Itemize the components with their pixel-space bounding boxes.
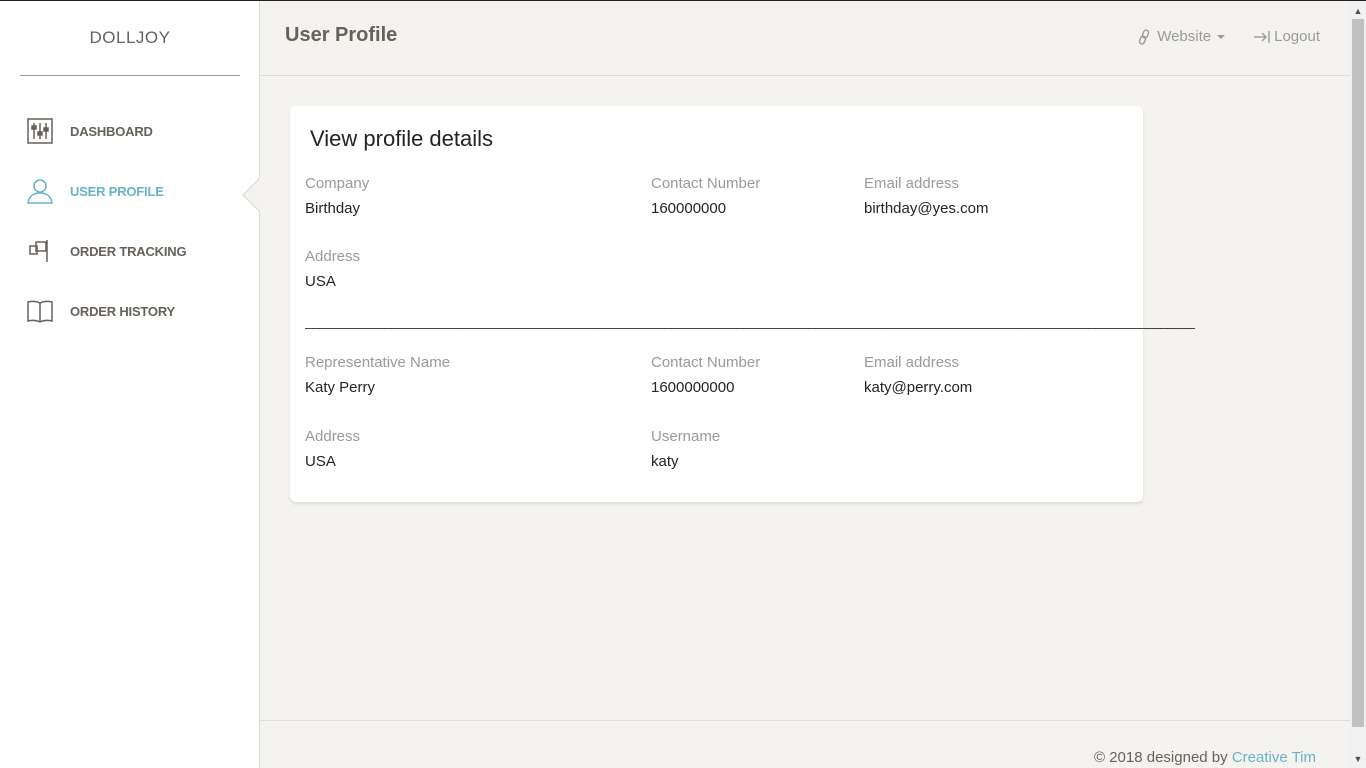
sidebar-nav: DASHBOARD USER PROFILE ORDER TRACKING OR… — [0, 101, 261, 341]
book-icon — [27, 298, 53, 324]
window-top-border — [0, 0, 1366, 1]
user-icon — [27, 178, 53, 204]
logout-label: Logout — [1274, 28, 1320, 45]
sidebar-item-label: ORDER TRACKING — [70, 243, 187, 259]
rep-name-label: Representative Name — [305, 354, 451, 371]
company-field: Company Birthday — [305, 175, 369, 217]
email-label: Email address — [864, 175, 960, 192]
rep-name-value: Katy Perry — [305, 379, 376, 396]
sidebar-item-label: DASHBOARD — [70, 123, 153, 139]
company-contact-field: Contact Number 160000000 — [651, 175, 760, 217]
username-value: katy — [651, 453, 679, 470]
email-value: katy@perry.com — [864, 379, 973, 396]
website-label: Website — [1157, 28, 1212, 45]
top-navbar: User Profile Website Logout — [260, 1, 1350, 76]
contact-value: 160000000 — [651, 200, 727, 217]
copyright-text: © 2018 designed by — [1093, 749, 1232, 766]
email-value: birthday@yes.com — [864, 200, 989, 217]
card-title: View profile details — [310, 126, 494, 151]
profile-card: View profile details Company Birthday Co… — [290, 106, 1143, 502]
address-value: USA — [305, 453, 336, 470]
logout-icon — [1253, 30, 1271, 44]
scroll-up-arrow-icon[interactable]: ▲ — [1350, 3, 1366, 19]
sidebar-item-user-profile[interactable]: USER PROFILE — [0, 161, 261, 221]
scroll-down-arrow-icon[interactable]: ▼ — [1350, 751, 1366, 767]
username-label: Username — [651, 428, 721, 445]
address-label: Address — [305, 248, 361, 265]
address-value: USA — [305, 273, 336, 290]
rep-contact-field: Contact Number 1600000000 — [651, 354, 760, 396]
email-label: Email address — [864, 354, 960, 371]
company-email-field: Email address birthday@yes.com — [864, 175, 988, 217]
website-dropdown[interactable]: Website — [1137, 28, 1226, 45]
company-address-field: Address USA — [305, 248, 360, 290]
sidebar-item-order-tracking[interactable]: ORDER TRACKING — [0, 221, 260, 281]
footer: © 2018 designed by Creative Tim — [260, 720, 1350, 768]
sidebar: DOLLJOY DASHBOARD USER PROFILE ORDER TRA… — [0, 1, 261, 768]
brand-logo[interactable]: DOLLJOY — [20, 1, 240, 76]
sidebar-item-order-history[interactable]: ORDER HISTORY — [0, 281, 260, 341]
navbar-actions: Website Logout — [1137, 28, 1320, 45]
rep-address-field: Address USA — [305, 428, 360, 470]
sliders-icon — [27, 118, 53, 144]
contact-label: Contact Number — [651, 175, 761, 192]
contact-value: 1600000000 — [651, 379, 735, 396]
sidebar-item-dashboard[interactable]: DASHBOARD — [0, 101, 260, 161]
company-label: Company — [305, 175, 370, 192]
page-title: User Profile — [285, 24, 398, 46]
section-separator: ________________________________________… — [305, 313, 1195, 329]
company-value: Birthday — [305, 200, 361, 217]
representative-name-field: Representative Name Katy Perry — [305, 354, 450, 396]
chevron-down-icon — [1217, 34, 1226, 39]
creative-tim-link[interactable]: Creative Tim — [1232, 749, 1316, 766]
active-indicator — [244, 178, 261, 212]
logout-button[interactable]: Logout — [1253, 28, 1320, 45]
flag-icon — [27, 238, 53, 264]
link-icon — [1137, 28, 1151, 45]
rep-username-field: Username katy — [651, 428, 720, 470]
rep-email-field: Email address katy@perry.com — [864, 354, 972, 396]
page-scrollbar[interactable]: ▲ ▼ — [1350, 1, 1366, 768]
copyright: © 2018 designed by Creative Tim — [1094, 749, 1316, 766]
scrollbar-thumb[interactable] — [1352, 19, 1364, 727]
sidebar-item-label: ORDER HISTORY — [70, 303, 176, 319]
contact-label: Contact Number — [651, 354, 761, 371]
sidebar-item-label: USER PROFILE — [70, 183, 164, 199]
address-label: Address — [305, 428, 361, 445]
